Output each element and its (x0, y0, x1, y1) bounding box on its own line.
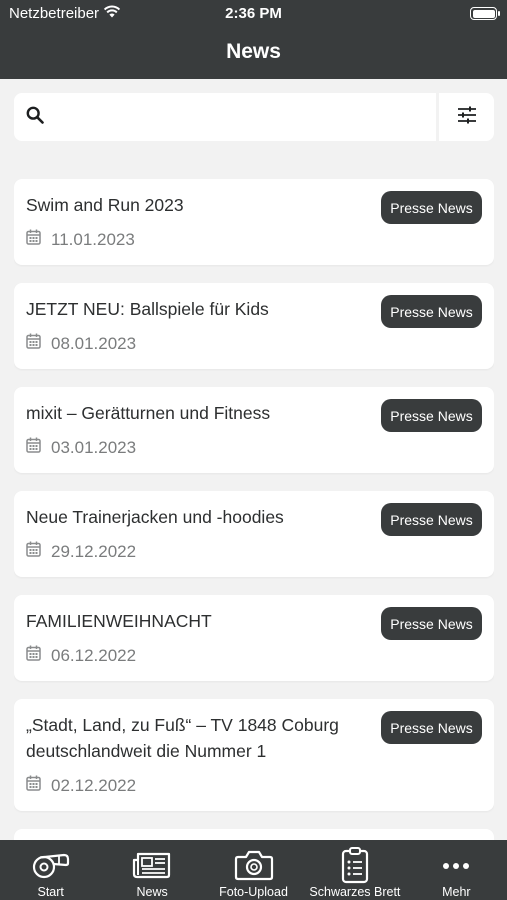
tab-mehr[interactable]: Mehr (406, 840, 507, 900)
filter-button[interactable] (439, 93, 494, 141)
more-icon (441, 845, 471, 885)
battery-icon (470, 7, 500, 20)
news-date: 03.01.2023 (51, 437, 137, 457)
category-badge[interactable]: Presse News (381, 607, 482, 640)
news-card[interactable]: JETZT NEU: Ballspiele für Kids 08.01.202… (14, 283, 494, 369)
news-date-row: 06.12.2022 (26, 645, 376, 666)
calendar-icon (26, 229, 41, 250)
news-date: 11.01.2023 (51, 229, 135, 249)
news-card[interactable]: Swim and Run 2023 11.01.2023 Presse News (14, 179, 494, 265)
news-card[interactable]: Neue Trainerjacken und -hoodies 29.12.20… (14, 491, 494, 577)
news-title: JETZT NEU: Ballspiele für Kids (26, 299, 269, 319)
search-icon (26, 106, 44, 129)
category-badge[interactable]: Presse News (381, 399, 482, 432)
search-bar[interactable] (14, 93, 436, 141)
tab-label: Foto-Upload (219, 885, 288, 899)
news-date: 02.12.2022 (51, 775, 137, 795)
tab-news[interactable]: News (101, 840, 202, 900)
calendar-icon (26, 645, 41, 666)
app-header: Netzbetreiber 2:36 PM News (0, 0, 507, 79)
status-bar: Netzbetreiber 2:36 PM (0, 0, 507, 28)
news-card[interactable]: „Stadt, Land, zu Fuß“ – TV 1848 Coburg d… (14, 699, 494, 811)
sliders-icon (457, 106, 477, 129)
page-title: News (226, 40, 281, 63)
clipboard-icon (338, 845, 372, 885)
news-date: 29.12.2022 (51, 541, 137, 561)
whistle-icon (31, 845, 71, 885)
newspaper-icon (132, 845, 172, 885)
news-date-row: 08.01.2023 (26, 333, 376, 354)
news-title: Swim and Run 2023 (26, 195, 184, 215)
search-input[interactable] (54, 93, 436, 141)
tab-start[interactable]: Start (0, 840, 101, 900)
calendar-icon (26, 437, 41, 458)
news-date-row: 29.12.2022 (26, 541, 376, 562)
news-card[interactable]: FAMILIENWEIHNACHT 06.12.2022 Presse News (14, 595, 494, 681)
news-list: Swim and Run 2023 11.01.2023 Presse News… (14, 179, 494, 840)
news-title: „Stadt, Land, zu Fuß“ – TV 1848 Coburg d… (26, 715, 339, 761)
news-date-row: 02.12.2022 (26, 775, 376, 796)
category-badge[interactable]: Presse News (381, 295, 482, 328)
news-date-row: 03.01.2023 (26, 437, 376, 458)
news-card[interactable]: mixit – Gerätturnen und Fitness 03.01.20… (14, 387, 494, 473)
category-badge[interactable]: Presse News (381, 711, 482, 744)
tab-label: Schwarzes Brett (309, 885, 401, 899)
news-date: 08.01.2023 (51, 333, 137, 353)
calendar-icon (26, 541, 41, 562)
news-date-row: 11.01.2023 (26, 229, 376, 250)
tab-schwarzes-brett[interactable]: Schwarzes Brett (304, 840, 405, 900)
tab-bar: Start News Foto-Upload Schwarzes Brett M… (0, 840, 507, 900)
calendar-icon (26, 775, 41, 796)
tab-label: Start (37, 885, 64, 899)
tab-label: Mehr (442, 885, 471, 899)
category-badge[interactable]: Presse News (381, 503, 482, 536)
tab-label: News (136, 885, 168, 899)
news-title: FAMILIENWEIHNACHT (26, 611, 212, 631)
news-date: 06.12.2022 (51, 645, 137, 665)
news-title: mixit – Gerätturnen und Fitness (26, 403, 271, 423)
news-title: Neue Trainerjacken und -hoodies (26, 507, 284, 527)
tab-foto-upload[interactable]: Foto-Upload (203, 840, 304, 900)
status-time: 2:36 PM (225, 5, 282, 22)
news-card[interactable] (14, 829, 494, 840)
camera-icon (234, 845, 274, 885)
category-badge[interactable]: Presse News (381, 191, 482, 224)
calendar-icon (26, 333, 41, 354)
